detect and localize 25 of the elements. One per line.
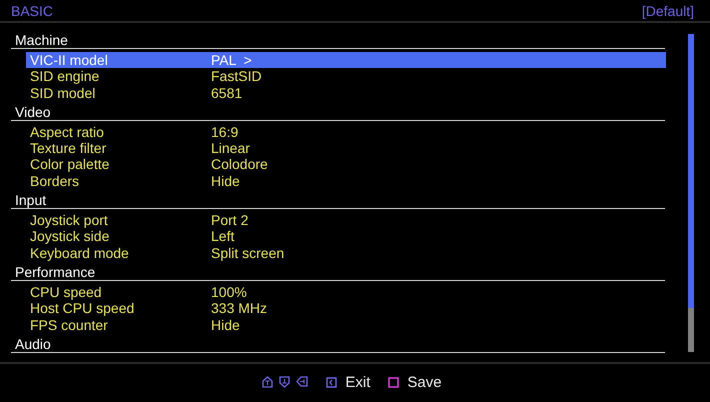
setting-row[interactable]: CPU speed 100% — [26, 284, 666, 300]
footer-button[interactable]: Save — [388, 374, 442, 390]
setting-row[interactable]: Keyboard mode Split screen — [26, 244, 666, 261]
setting-row[interactable]: Color palette Colodore — [26, 156, 666, 173]
setting-row[interactable]: Borders Hide — [26, 172, 666, 190]
screen-title: BASIC — [11, 2, 54, 18]
selected-setting-row[interactable]: VIC-II model PAL > — [26, 52, 666, 68]
section-heading: Input — [11, 192, 665, 210]
footer-button[interactable]: Exit — [326, 374, 370, 390]
exit-icon — [326, 376, 338, 388]
preset-label: [Default] — [642, 2, 694, 18]
setting-row[interactable]: Joystick port Port 2 — [26, 212, 666, 228]
setting-row[interactable]: Joystick side Left — [26, 228, 666, 245]
section-heading: Performance — [11, 264, 665, 281]
scrollbar[interactable] — [688, 34, 694, 352]
setting-row[interactable]: SID engine FastSID — [26, 68, 666, 85]
setting-row[interactable]: Host CPU speed 333 MHz — [26, 300, 666, 317]
setting-row[interactable]: Aspect ratio 16:9 — [26, 124, 666, 140]
setting-row[interactable]: FPS counter Hide — [26, 316, 666, 333]
setting-row[interactable]: Texture filter Linear — [26, 140, 666, 156]
square-icon — [388, 376, 400, 388]
section-heading: Machine — [11, 32, 665, 49]
section-heading: Video — [11, 104, 665, 121]
setting-row[interactable]: SID model 6581 — [26, 84, 666, 101]
section-heading: Audio — [11, 336, 665, 353]
